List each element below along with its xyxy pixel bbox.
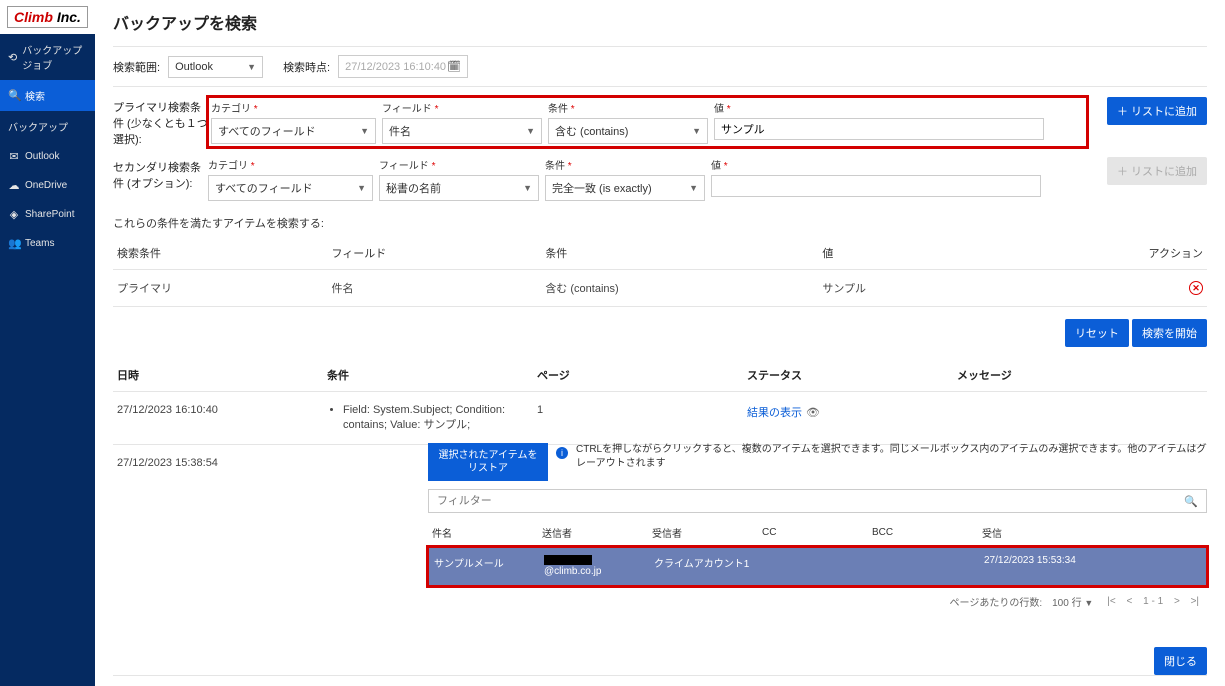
conditions-table: 検索条件 フィールド 条件 値 アクション プライマリ 件名 含む (conta… (113, 237, 1207, 307)
chevron-down-icon: ▼ (692, 126, 701, 136)
nav-outlook[interactable]: ✉Outlook (0, 142, 95, 171)
chevron-down-icon: ▼ (247, 62, 256, 72)
results-panel: 選択されたアイテムをリストア i CTRLを押しながらクリックすると、複数のアイ… (428, 443, 1207, 675)
sharepoint-icon: ◈ (8, 208, 20, 221)
onedrive-icon: ☁ (8, 179, 20, 192)
eye-icon: 👁 (806, 407, 820, 419)
conditions-section-label: これらの条件を満たすアイテムを検索する: (113, 215, 1207, 231)
calendar-icon: 🗓 (447, 60, 461, 73)
nav-sharepoint[interactable]: ◈SharePoint (0, 200, 95, 229)
secondary-label: セカンダリ検索条件 (オプション): (113, 157, 208, 191)
restore-selected-button[interactable]: 選択されたアイテムをリストア (428, 443, 548, 481)
pager-last-button[interactable]: >| (1187, 596, 1203, 607)
add-secondary-button: ＋ リストに追加 (1107, 157, 1207, 185)
chevron-down-icon: ▼ (689, 183, 698, 193)
chevron-down-icon: ▼ (357, 183, 366, 193)
result-row-selected[interactable]: サンプルメール @climb.co.jp クライムアカウント1 27/12/20… (428, 547, 1207, 586)
search-icon[interactable]: 🔍 (1176, 491, 1206, 512)
nav-backup[interactable]: バックアップ (0, 111, 95, 142)
chevron-down-icon: ▼ (523, 183, 532, 193)
primary-value-input[interactable] (714, 118, 1044, 140)
pager-range: 1 - 1 (1139, 596, 1167, 607)
chevron-down-icon: ▼ (360, 126, 369, 136)
redacted-icon (544, 555, 592, 565)
cloud-up-icon: ⟲ (8, 51, 17, 64)
nav-teams[interactable]: 👥Teams (0, 229, 95, 258)
teams-icon: 👥 (8, 237, 20, 250)
history-table: 日時 条件 ページ ステータス メッセージ 27/12/2023 16:10:4… (113, 359, 1207, 676)
sidebar: Climb Inc. ⟲バックアップジョブ 🔍検索 バックアップ ✉Outloo… (0, 0, 95, 686)
primary-category-select[interactable]: すべてのフィールド▼ (211, 118, 376, 144)
info-icon: i (556, 447, 568, 459)
chevron-down-icon: ▼ (526, 126, 535, 136)
show-results-link[interactable]: 結果の表示👁 (747, 407, 820, 419)
nav-onedrive[interactable]: ☁OneDrive (0, 171, 95, 200)
search-scope-label: 検索範囲: (113, 59, 160, 75)
history-row: 27/12/2023 16:10:40 Field: System.Subjec… (113, 392, 1207, 445)
primary-field-select[interactable]: 件名▼ (382, 118, 542, 144)
pager-first-button[interactable]: |< (1103, 596, 1119, 607)
add-primary-button[interactable]: ＋ リストに追加 (1107, 97, 1207, 125)
secondary-field-select[interactable]: 秘書の名前▼ (379, 175, 539, 201)
logo: Climb Inc. (0, 0, 95, 34)
pager: ページあたりの行数: 100 行 ▼ |< < 1 - 1 > >| (428, 586, 1207, 617)
primary-label: プライマリ検索条件 (少なくとも１つ選択): (113, 97, 208, 147)
search-icon: 🔍 (8, 89, 20, 102)
pager-next-button[interactable]: > (1170, 596, 1184, 607)
remove-condition-button[interactable]: ✕ (1189, 281, 1203, 295)
nav-search[interactable]: 🔍検索 (0, 80, 95, 111)
reset-button[interactable]: リセット (1065, 319, 1129, 347)
outlook-icon: ✉ (8, 150, 20, 163)
search-scope-select[interactable]: Outlook▼ (168, 56, 263, 78)
condition-row: プライマリ 件名 含む (contains) サンプル ✕ (113, 270, 1207, 307)
info-text: CTRLを押しながらクリックすると、複数のアイテムを選択できます。同じメールボッ… (576, 443, 1207, 471)
search-time-input[interactable]: 27/12/2023 16:10:40🗓 (338, 55, 468, 78)
primary-condition-select[interactable]: 含む (contains)▼ (548, 118, 708, 144)
chevron-down-icon: ▼ (1084, 598, 1093, 608)
page-title: バックアップを検索 (113, 10, 1207, 34)
pager-prev-button[interactable]: < (1123, 596, 1137, 607)
secondary-condition-select[interactable]: 完全一致 (is exactly)▼ (545, 175, 705, 201)
search-time-label: 検索時点: (283, 59, 330, 75)
secondary-category-select[interactable]: すべてのフィールド▼ (208, 175, 373, 201)
close-button[interactable]: 閉じる (1154, 647, 1207, 675)
nav-backup-job[interactable]: ⟲バックアップジョブ (0, 34, 95, 80)
history-row: 27/12/2023 15:38:54 選択されたアイテムをリストア i CTR… (113, 445, 1207, 676)
results-table: 件名 送信者 受信者 CC BCC 受信 サンプルメール (428, 519, 1207, 586)
results-filter-input[interactable] (429, 490, 1176, 512)
primary-highlight: カテゴリ * すべてのフィールド▼ フィールド * 件名▼ 条件 * 含む (c… (206, 95, 1089, 149)
start-search-button[interactable]: 検索を開始 (1132, 319, 1207, 347)
rows-per-page-select[interactable]: 100 行 ▼ (1052, 594, 1093, 609)
secondary-value-input[interactable] (711, 175, 1041, 197)
